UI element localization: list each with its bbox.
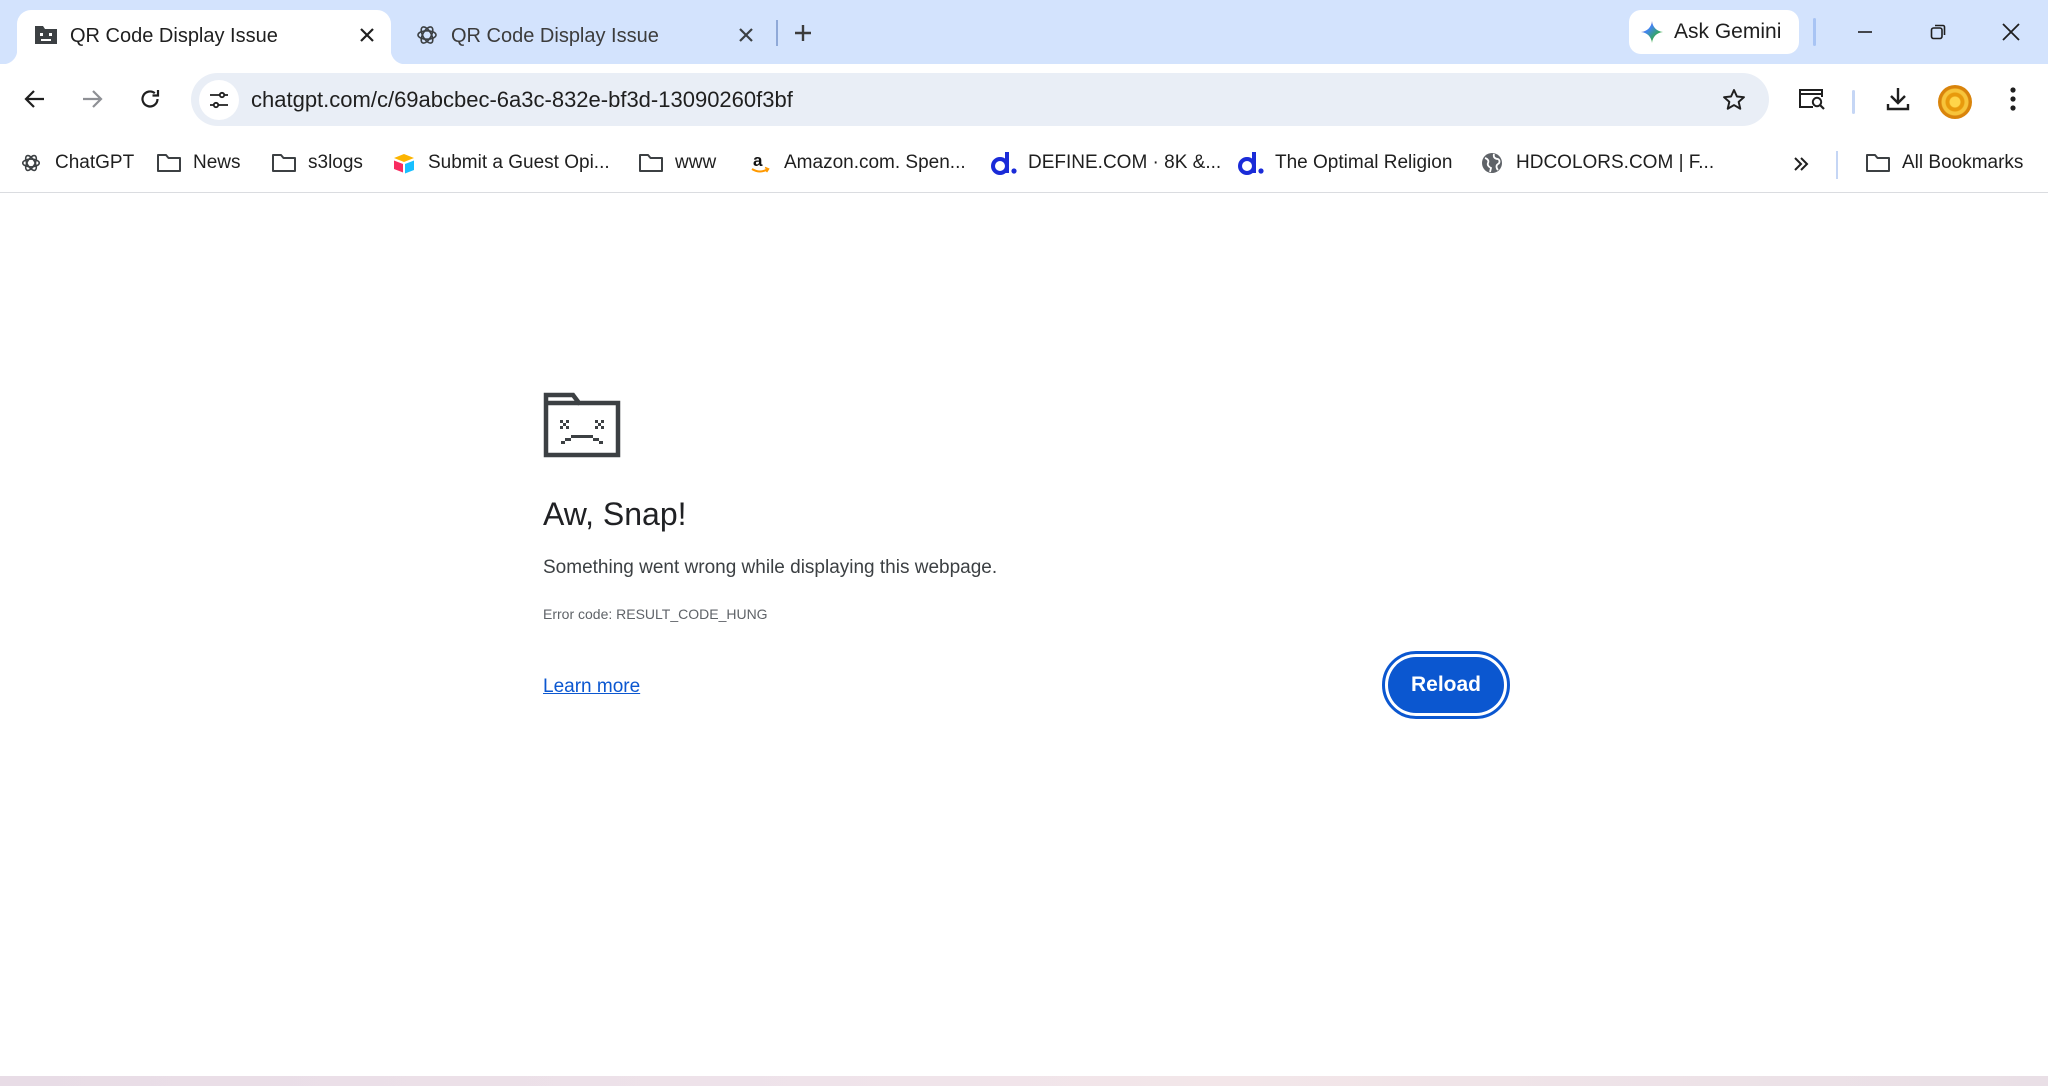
more-bookmarks-button[interactable]	[1784, 147, 1818, 181]
bookmark-label: The Optimal Religion	[1275, 152, 1453, 173]
close-window-button[interactable]	[1988, 12, 2034, 52]
minimize-button[interactable]	[1842, 12, 1888, 52]
bookmark-define[interactable]: DEFINE.COM · 8K &...	[990, 146, 1221, 180]
close-tab-icon[interactable]	[355, 23, 379, 47]
refresh-button[interactable]	[128, 77, 172, 121]
tab-inactive[interactable]: QR Code Display Issue	[398, 10, 770, 64]
downloads-button[interactable]	[1876, 77, 1920, 121]
refresh-icon	[141, 90, 160, 108]
chatgpt-icon	[414, 22, 440, 48]
back-button[interactable]	[13, 77, 57, 121]
search-tabs-button[interactable]	[1790, 77, 1834, 121]
ask-gemini-label: Ask Gemini	[1674, 20, 1782, 43]
reload-button[interactable]: Reload	[1382, 651, 1510, 719]
error-message: Something went wrong while displaying th…	[543, 557, 998, 578]
bookmark-label: DEFINE.COM · 8K &...	[1028, 152, 1222, 173]
taskbar-edge	[0, 1076, 2048, 1086]
gemini-sparkle-icon	[1640, 20, 1664, 50]
forward-button[interactable]	[70, 77, 114, 121]
bookmark-label: HDCOLORS.COM | F...	[1516, 152, 1715, 173]
tab-strip: QR Code Display Issue QR Code Display Is…	[0, 0, 2048, 64]
bookmark-label: www	[675, 152, 717, 173]
all-bookmarks-button[interactable]: All Bookmarks	[1864, 146, 2023, 180]
star-icon	[1723, 89, 1745, 110]
bookmarks-divider	[1836, 151, 1838, 179]
bookmark-label: ChatGPT	[55, 152, 135, 173]
url-text[interactable]: chatgpt.com/c/69abcbec-6a3c-832e-bf3d-13…	[251, 86, 793, 114]
bookmarks-bar: ChatGPT News s3logs Submit a Guest Opi..…	[0, 137, 2048, 193]
chatgpt-icon	[17, 149, 45, 177]
double-chevron-right-icon	[1794, 157, 1809, 171]
bookmark-label: Submit a Guest Opi...	[428, 152, 610, 173]
tune-icon	[210, 91, 228, 109]
restore-button[interactable]	[1915, 12, 1961, 52]
define-icon	[990, 149, 1018, 177]
all-bookmarks-label: All Bookmarks	[1902, 152, 2024, 173]
plus-icon	[795, 25, 811, 41]
globe-icon	[1478, 149, 1506, 177]
close-icon	[2002, 23, 2020, 41]
lens-search-icon	[1799, 89, 1825, 110]
toolbar-divider	[1852, 90, 1855, 114]
amazon-icon: a	[746, 149, 774, 177]
bookmark-optimal-religion[interactable]: The Optimal Religion	[1237, 146, 1452, 180]
bookmark-label: Amazon.com. Spen...	[784, 152, 966, 173]
folder-icon	[270, 149, 298, 177]
define-icon	[1237, 149, 1265, 177]
tab-divider	[776, 20, 778, 46]
tab-title: QR Code Display Issue	[70, 25, 278, 47]
download-icon	[1886, 88, 1910, 111]
bookmark-star-button[interactable]	[1719, 85, 1749, 115]
sad-tab-icon	[543, 392, 621, 458]
address-bar[interactable]: chatgpt.com/c/69abcbec-6a3c-832e-bf3d-13…	[191, 73, 1769, 126]
airtable-icon	[390, 149, 418, 177]
bookmark-amazon[interactable]: a Amazon.com. Spen...	[746, 146, 966, 180]
folder-icon	[155, 149, 183, 177]
back-arrow-icon	[24, 90, 44, 108]
site-info-button[interactable]	[199, 80, 239, 120]
bookmark-submit-guest[interactable]: Submit a Guest Opi...	[390, 146, 610, 180]
reload-label: Reload	[1388, 657, 1504, 713]
strip-divider	[1813, 18, 1816, 46]
learn-more-link[interactable]: Learn more	[543, 674, 640, 700]
folder-icon	[1864, 149, 1892, 177]
new-tab-button[interactable]	[786, 16, 820, 50]
error-code: Error code: RESULT_CODE_HUNG	[543, 606, 768, 622]
page-content: Aw, Snap! Something went wrong while dis…	[0, 194, 2048, 1076]
forward-arrow-icon	[83, 90, 103, 108]
sad-folder-icon	[33, 22, 59, 48]
restore-icon	[1930, 24, 1946, 40]
bookmark-folder-news[interactable]: News	[155, 146, 241, 180]
kebab-menu-icon	[2010, 87, 2016, 111]
bookmark-folder-s3logs[interactable]: s3logs	[270, 146, 363, 180]
tab-title: QR Code Display Issue	[451, 25, 659, 47]
minimize-icon	[1858, 31, 1872, 33]
tab-active[interactable]: QR Code Display Issue	[3, 10, 405, 64]
bookmark-hdcolors[interactable]: HDCOLORS.COM | F...	[1478, 146, 1714, 180]
bookmark-label: s3logs	[308, 152, 363, 173]
ask-gemini-button[interactable]: Ask Gemini	[1629, 10, 1799, 54]
toolbar: chatgpt.com/c/69abcbec-6a3c-832e-bf3d-13…	[0, 64, 2048, 137]
svg-text:a: a	[753, 151, 763, 170]
profile-avatar[interactable]	[1938, 85, 1972, 119]
close-tab-icon[interactable]	[734, 23, 758, 47]
bookmark-label: News	[193, 152, 241, 173]
menu-button[interactable]	[1991, 77, 2035, 121]
folder-icon	[637, 149, 665, 177]
bookmark-chatgpt[interactable]: ChatGPT	[17, 146, 134, 180]
error-title: Aw, Snap!	[543, 496, 687, 532]
bookmark-folder-www[interactable]: www	[637, 146, 716, 180]
